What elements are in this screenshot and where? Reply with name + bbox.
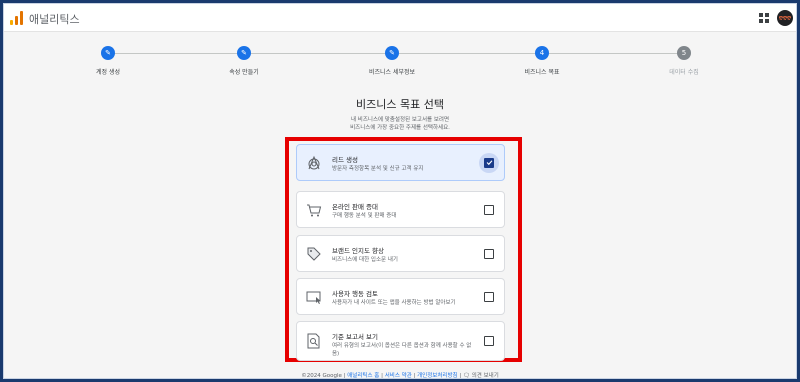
edit-icon: ✎ [385, 46, 399, 60]
report-search-icon [307, 333, 320, 349]
top-bar: 애널리틱스 ღღღ [4, 4, 796, 32]
checkbox-brand-awareness[interactable] [484, 248, 494, 259]
option-online-sales[interactable]: 온라인 판매 증대 구매 행동 분석 및 판매 증대 [296, 191, 505, 228]
option-baseline-reports[interactable]: 기준 보고서 보기 여러 유형의 보고서(이 옵션은 다른 옵션과 함께 사용할… [296, 321, 505, 361]
step-business-goals: 4 비즈니스 목표 [497, 46, 587, 76]
option-user-behavior[interactable]: 사용자 행동 검토 사용자가 내 사이트 또는 앱을 사용하는 방법 알아보기 [296, 278, 505, 315]
option-description: 구매 행동 분석 및 판매 증대 [332, 213, 397, 219]
tag-icon [307, 247, 321, 261]
step-label: 계정 생성 [96, 69, 120, 76]
shopping-cart-icon [307, 204, 322, 216]
option-description: 비즈니스에 대한 입소문 내기 [332, 257, 398, 263]
option-description: 여러 유형의 보고서(이 옵션은 다른 옵션과 함께 사용할 수 없음) [332, 343, 472, 357]
app-title: 애널리틱스 [29, 13, 80, 26]
step-label: 비즈니스 목표 [524, 69, 560, 76]
step-number: 5 [677, 46, 691, 60]
subtitle-line: 비즈니스에 가장 중요한 주제를 선택하세요. [350, 125, 450, 131]
apps-grid-icon[interactable] [759, 13, 769, 23]
option-description: 사용자가 내 사이트 또는 앱을 사용하는 방법 알아보기 [332, 300, 456, 306]
avatar[interactable]: ღღღ [777, 10, 793, 26]
option-title: 브랜드 인지도 향상 [332, 247, 384, 255]
step-business-details: ✎ 비즈니스 세부정보 [347, 46, 437, 76]
terms-link[interactable]: 서비스 약관 [385, 373, 412, 378]
page-subtitle: 내 비즈니스에 맞춤설정된 보고서를 보려면 비즈니스에 가장 중요한 주제를 … [4, 116, 796, 132]
option-title: 기준 보고서 보기 [332, 333, 378, 341]
edit-icon: ✎ [237, 46, 251, 60]
step-data-collection: 5 데이터 수집 [639, 46, 729, 76]
step-account: ✎ 계정 생성 [63, 46, 153, 76]
option-lead-generation[interactable]: 리드 생성 방문자 측정항목 분석 및 신규 고객 유지 [296, 144, 505, 181]
target-icon [308, 155, 320, 169]
step-label: 비즈니스 세부정보 [368, 69, 416, 76]
step-number: 4 [535, 46, 549, 60]
step-label: 데이터 수집 [669, 69, 699, 76]
checkbox-baseline-reports[interactable] [484, 336, 494, 346]
edit-icon: ✎ [101, 46, 115, 60]
analytics-logo-icon [10, 11, 24, 25]
option-title: 온라인 판매 증대 [332, 203, 378, 211]
checkbox-user-behavior[interactable] [484, 291, 494, 302]
page-title: 비즈니스 목표 선택 [356, 98, 444, 111]
copyright-text: ©2024 Google [301, 373, 342, 379]
option-description: 방문자 측정항목 분석 및 신규 고객 유지 [332, 166, 424, 172]
feedback-link[interactable]: 의견 보내기 [472, 373, 499, 378]
analytics-home-link[interactable]: 애널리틱스 홈 [347, 373, 379, 378]
step-property: ✎ 속성 만들기 [199, 46, 289, 76]
option-brand-awareness[interactable]: 브랜드 인지도 향상 비즈니스에 대한 입소문 내기 [296, 235, 505, 272]
monitor-cursor-icon [306, 291, 321, 304]
option-title: 사용자 행동 검토 [332, 290, 378, 298]
app-window: 애널리틱스 ღღღ ✎ 계정 생성 ✎ 속성 만들기 ✎ 비즈니스 세부정보 4… [3, 3, 797, 379]
checkbox-online-sales[interactable] [484, 204, 494, 215]
option-title: 리드 생성 [332, 156, 358, 164]
subtitle-line: 내 비즈니스에 맞춤설정된 보고서를 보려면 [350, 117, 450, 123]
checkbox-lead-generation[interactable] [484, 157, 494, 168]
privacy-link[interactable]: 개인정보처리방침 [417, 373, 457, 378]
feedback-icon[interactable]: 🗨 [463, 373, 470, 378]
step-label: 속성 만들기 [229, 69, 259, 76]
check-icon [486, 160, 492, 166]
footer: ©2024 Google | 애널리틱스 홈 | 서비스 약관 | 개인정보처리… [301, 373, 499, 379]
